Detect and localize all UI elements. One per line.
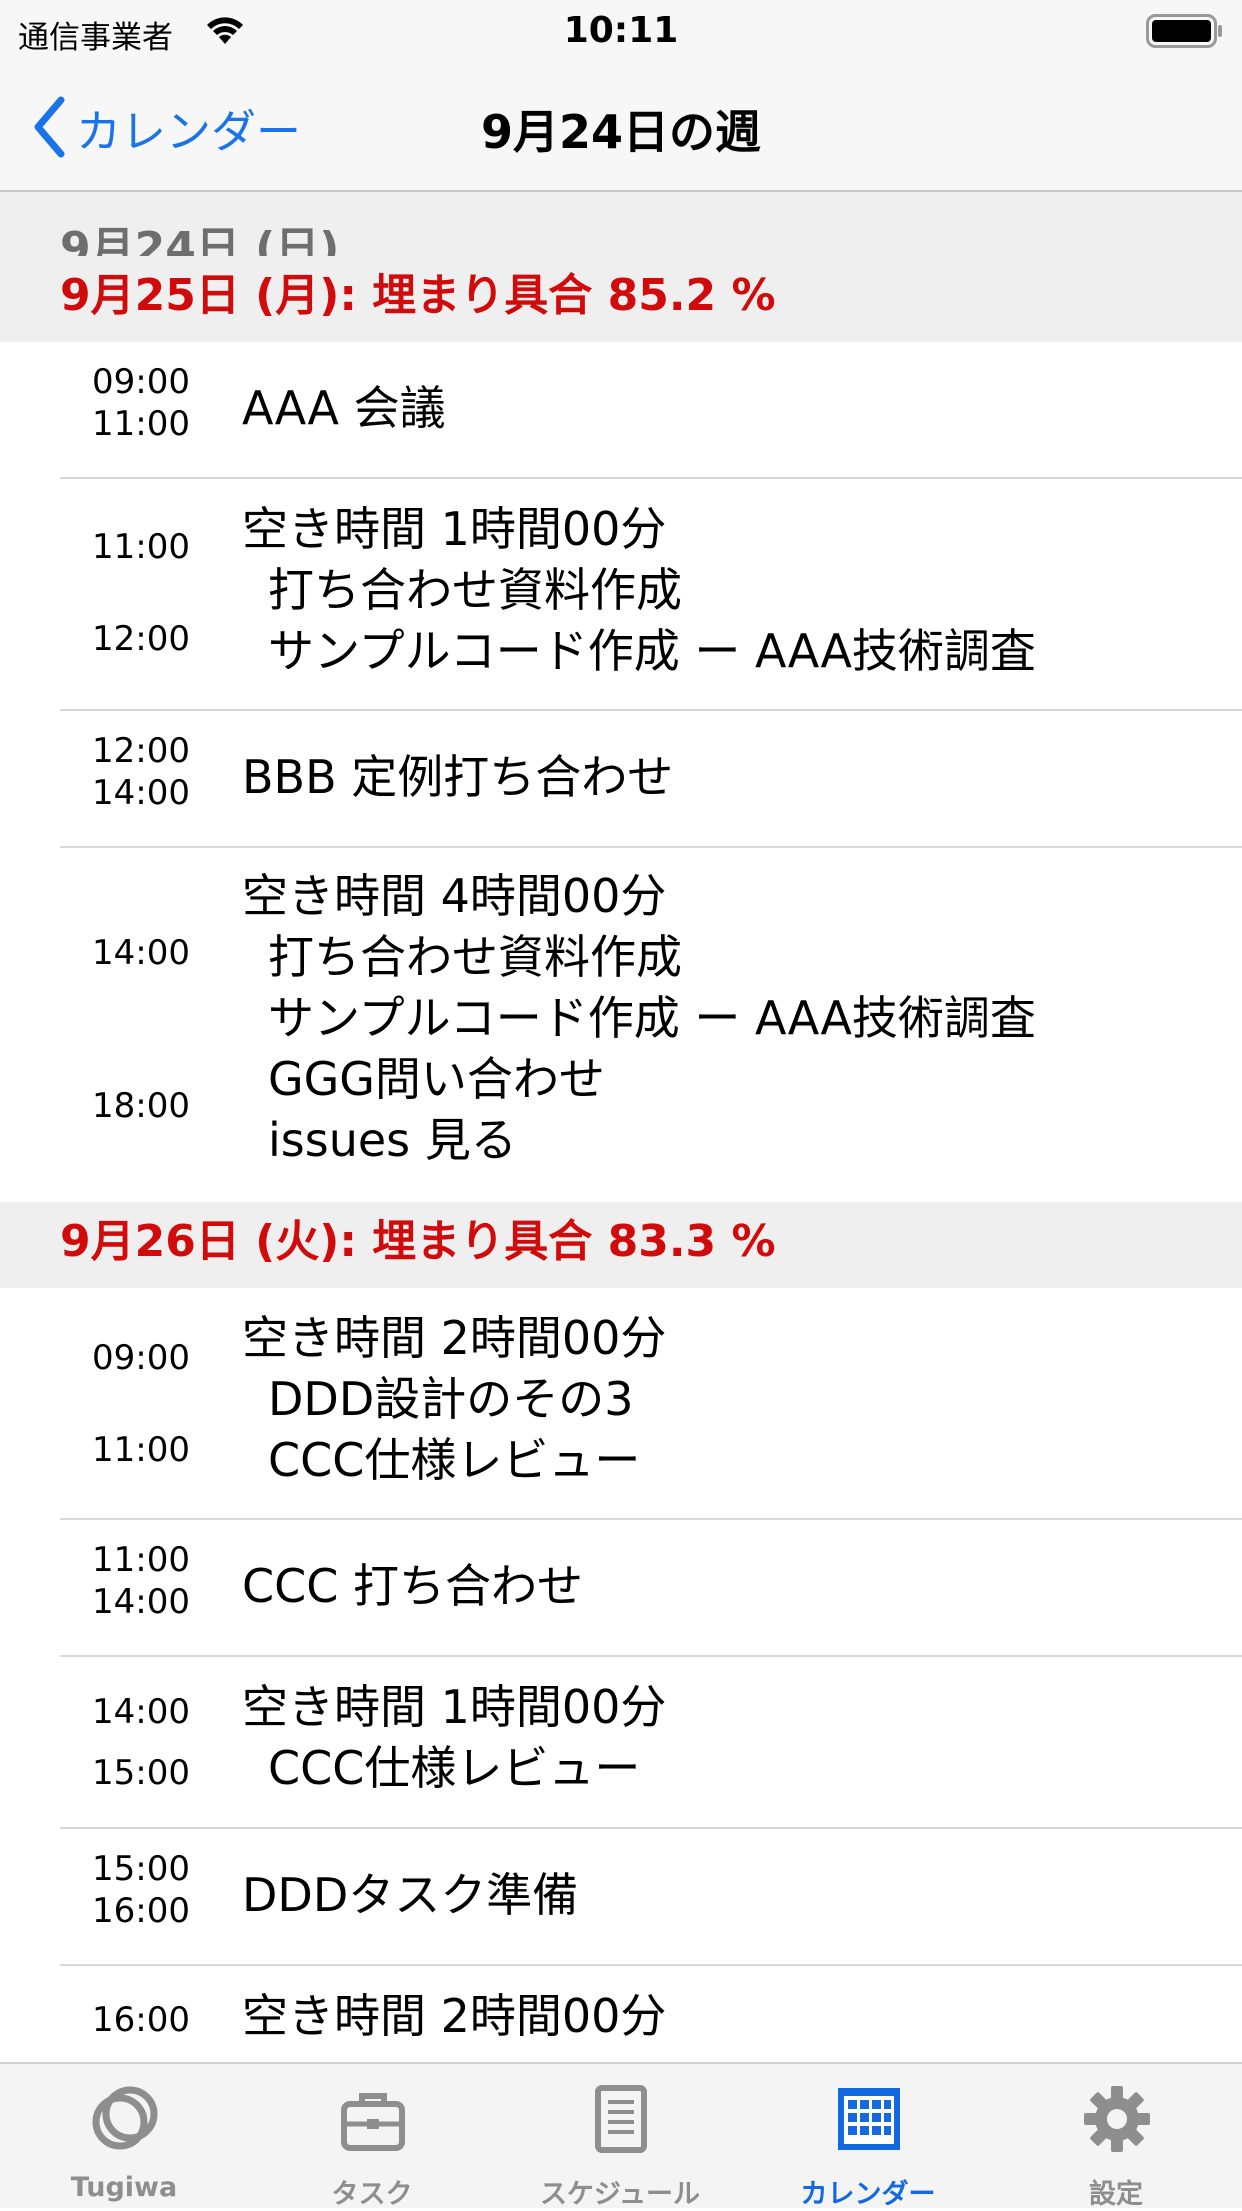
list-item[interactable]: 09:00 11:00 AAA 会議: [60, 342, 1242, 479]
start-time: 09:00: [92, 362, 190, 402]
navigation-bar: カレンダー 9月24日の週: [0, 62, 1242, 192]
free-slot: 空き時間 4時間00分 打ち合わせ資料作成 サンプルコード作成 ー AAA技術調…: [242, 866, 1036, 1171]
day-header-label: 9月24日 (日): [60, 223, 340, 274]
tab-tasks[interactable]: タスク: [248, 2064, 496, 2210]
list-item[interactable]: 14:00 18:00 空き時間 4時間00分 打ち合わせ資料作成 サンプルコー…: [60, 848, 1242, 1202]
end-time: 18:00: [92, 1086, 190, 1126]
gear-icon: [1084, 2086, 1150, 2152]
task-item: 打ち合わせ資料作成: [268, 930, 682, 984]
calendar-grid-icon: [838, 2088, 900, 2150]
start-time: 14:00: [92, 1692, 190, 1732]
day-section-header-sun: 9月24日 (日): [0, 192, 1242, 274]
end-time: 11:00: [92, 404, 190, 444]
start-time: 11:00: [92, 527, 190, 567]
tab-label: 設定: [1089, 2179, 1143, 2210]
end-time: 14:00: [92, 773, 190, 813]
event-title: BBB 定例打ち合わせ: [242, 750, 674, 804]
tab-label: カレンダー: [800, 2179, 936, 2210]
free-slot: 空き時間 1時間00分 打ち合わせ資料作成 サンプルコード作成 ー AAA技術調…: [242, 499, 1036, 682]
free-slot-title: 空き時間 2時間00分: [242, 1989, 667, 2043]
end-time: 14:00: [92, 1582, 190, 1622]
free-slot-title: 空き時間 1時間00分: [242, 502, 667, 556]
event-title: AAA 会議: [242, 381, 446, 435]
tab-label: スケジュール: [539, 2179, 701, 2210]
start-time: 12:00: [92, 731, 190, 771]
task-item: サンプルコード作成 ー AAA技術調査: [268, 624, 1036, 678]
end-time: 15:00: [92, 1753, 190, 1793]
tab-label: タスク: [331, 2179, 413, 2210]
tugiwa-rings-icon: [92, 2086, 158, 2150]
end-time: 16:00: [92, 1891, 190, 1931]
list-item[interactable]: 15:00 16:00 DDDタスク準備: [60, 1829, 1242, 1966]
event-title: CCC 打ち合わせ: [242, 1559, 583, 1613]
list-item[interactable]: 11:00 12:00 空き時間 1時間00分 打ち合わせ資料作成 サンプルコー…: [60, 479, 1242, 711]
tab-schedule[interactable]: スケジュール: [496, 2064, 744, 2210]
list-item[interactable]: 11:00 14:00 CCC 打ち合わせ: [60, 1520, 1242, 1657]
task-item: issues 見る: [268, 1113, 517, 1167]
task-item: CCC仕様レビュー: [268, 1433, 641, 1487]
list-item[interactable]: 12:00 14:00 BBB 定例打ち合わせ: [60, 711, 1242, 848]
list-item[interactable]: 09:00 11:00 空き時間 2時間00分 DDD設計のその3 CCC仕様レ…: [60, 1288, 1242, 1520]
start-time: 14:00: [92, 933, 190, 973]
task-item: 打ち合わせ資料作成: [268, 563, 682, 617]
day-header-label: 9月25日 (月): 埋まり具合 85.2 %: [60, 270, 776, 321]
document-list-icon: [595, 2085, 647, 2153]
day-section-header-tue: 9月26日 (火): 埋まり具合 83.3 %: [0, 1202, 1242, 1288]
event-title: DDDタスク準備: [242, 1868, 579, 1922]
day-header-label: 9月26日 (火): 埋まり具合 83.3 %: [60, 1216, 776, 1267]
free-slot-title: 空き時間 4時間00分: [242, 869, 667, 923]
tab-label: Tugiwa: [70, 2172, 178, 2203]
task-item: GGG問い合わせ: [268, 1052, 605, 1106]
tab-calendar[interactable]: カレンダー: [744, 2064, 992, 2210]
task-item: DDD設計のその3: [268, 1372, 634, 1426]
status-bar: 通信事業者 10:11: [0, 0, 1242, 62]
tab-tugiwa[interactable]: Tugiwa: [0, 2064, 248, 2210]
battery-icon: [1146, 14, 1222, 48]
free-slot: 空き時間 2時間00分 DDD設計のその3 CCC仕様レビュー: [242, 1308, 666, 1491]
day-section-header-mon: 9月25日 (月): 埋まり具合 85.2 %: [0, 256, 1242, 342]
end-time: 12:00: [92, 619, 190, 659]
tab-bar: Tugiwa タスク スケジュール カレンダー 設定: [0, 2062, 1242, 2210]
end-time: 11:00: [92, 1430, 190, 1470]
start-time: 15:00: [92, 1849, 190, 1889]
list-item[interactable]: 16:00 空き時間 2時間00分: [60, 1966, 1242, 2062]
free-slot-title: 空き時間 2時間00分: [242, 1311, 667, 1365]
start-time: 11:00: [92, 1540, 190, 1580]
clock: 10:11: [563, 10, 679, 51]
task-item: CCC仕様レビュー: [268, 1741, 641, 1795]
free-slot-title: 空き時間 1時間00分: [242, 1680, 667, 1734]
free-slot: 空き時間 1時間00分 CCC仕様レビュー: [242, 1677, 666, 1799]
task-item: サンプルコード作成 ー AAA技術調査: [268, 991, 1036, 1045]
week-schedule-list[interactable]: 9月24日 (日) 9月25日 (月): 埋まり具合 85.2 % 09:00 …: [0, 192, 1242, 2062]
page-title: 9月24日の週: [480, 105, 762, 159]
start-time: 16:00: [92, 2000, 190, 2040]
list-item[interactable]: 14:00 15:00 空き時間 1時間00分 CCC仕様レビュー: [60, 1657, 1242, 1829]
briefcase-icon: [341, 2093, 405, 2151]
start-time: 09:00: [92, 1338, 190, 1378]
tab-settings[interactable]: 設定: [992, 2064, 1240, 2210]
